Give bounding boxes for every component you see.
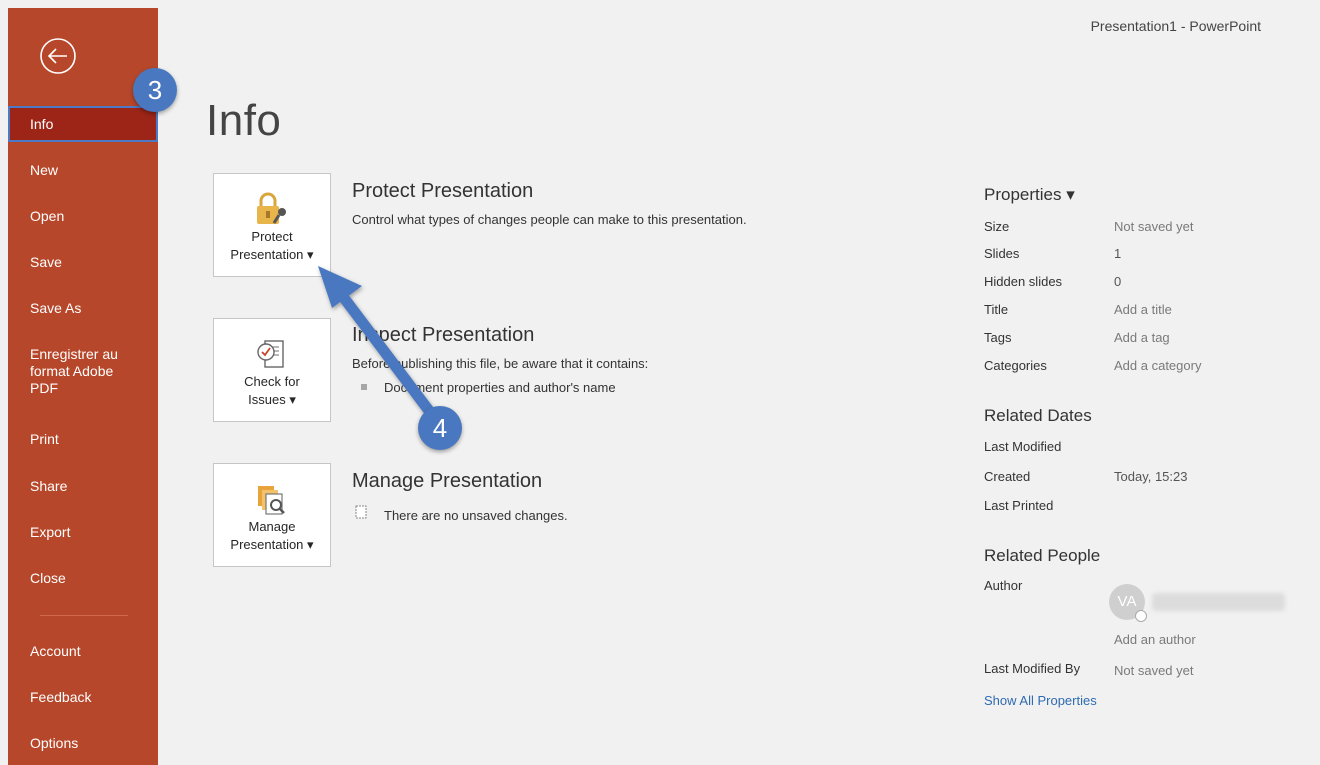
step-3-badge: 3 bbox=[133, 68, 177, 112]
step-4-badge: 4 bbox=[418, 406, 462, 450]
backstage-view: Info New Open Save Save As Enregistrer a… bbox=[0, 0, 1320, 765]
annotation-arrow bbox=[318, 266, 442, 426]
